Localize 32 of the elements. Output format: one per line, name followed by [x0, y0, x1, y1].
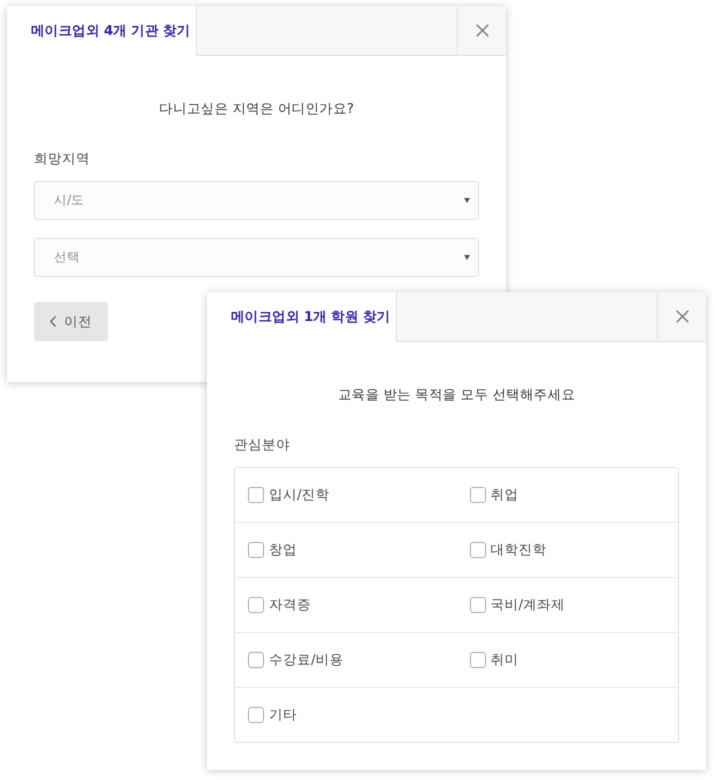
- checkbox[interactable]: [470, 652, 486, 668]
- field-label: 관심분야: [234, 436, 291, 455]
- checkbox[interactable]: [248, 707, 264, 723]
- checkbox[interactable]: [248, 542, 264, 558]
- checkbox[interactable]: [248, 487, 264, 503]
- caret-icon: [464, 255, 470, 260]
- back-button[interactable]: 이전: [34, 302, 108, 341]
- close-button[interactable]: [657, 292, 706, 342]
- checkbox-label[interactable]: 창업: [269, 541, 297, 559]
- checkbox-label[interactable]: 대학진학: [490, 541, 546, 559]
- close-button[interactable]: [457, 6, 506, 56]
- checkbox[interactable]: [248, 597, 264, 613]
- chevron-left-icon: [50, 316, 56, 327]
- checkbox-label[interactable]: 수강료/비용: [269, 651, 344, 669]
- checkbox-label[interactable]: 입시/진학: [269, 486, 330, 504]
- checkbox[interactable]: [248, 652, 264, 668]
- checkbox-label[interactable]: 국비/계좌제: [490, 596, 566, 614]
- checkbox[interactable]: [470, 542, 486, 558]
- close-icon: [676, 310, 688, 323]
- question-text: 교육을 받는 목적을 모두 선택해주세요: [336, 386, 576, 405]
- dialog-tab[interactable]: 메이크업외 1개 학원 찾기: [207, 292, 397, 342]
- checkbox[interactable]: [470, 487, 486, 503]
- checkbox-label[interactable]: 자격증: [269, 596, 311, 614]
- close-icon: [476, 24, 488, 37]
- checkbox[interactable]: [470, 597, 486, 613]
- caret-icon: [464, 198, 470, 203]
- checkbox-label[interactable]: 기타: [269, 706, 297, 724]
- checkbox-label[interactable]: 취업: [490, 486, 518, 504]
- field-label: 희망지역: [34, 150, 91, 169]
- dialog-tab[interactable]: 메이크업외 4개 기관 찾기: [7, 6, 197, 56]
- checkbox-label[interactable]: 취미: [490, 651, 518, 669]
- question-text: 다니고싶은 지역은 어디인가요?: [158, 100, 355, 119]
